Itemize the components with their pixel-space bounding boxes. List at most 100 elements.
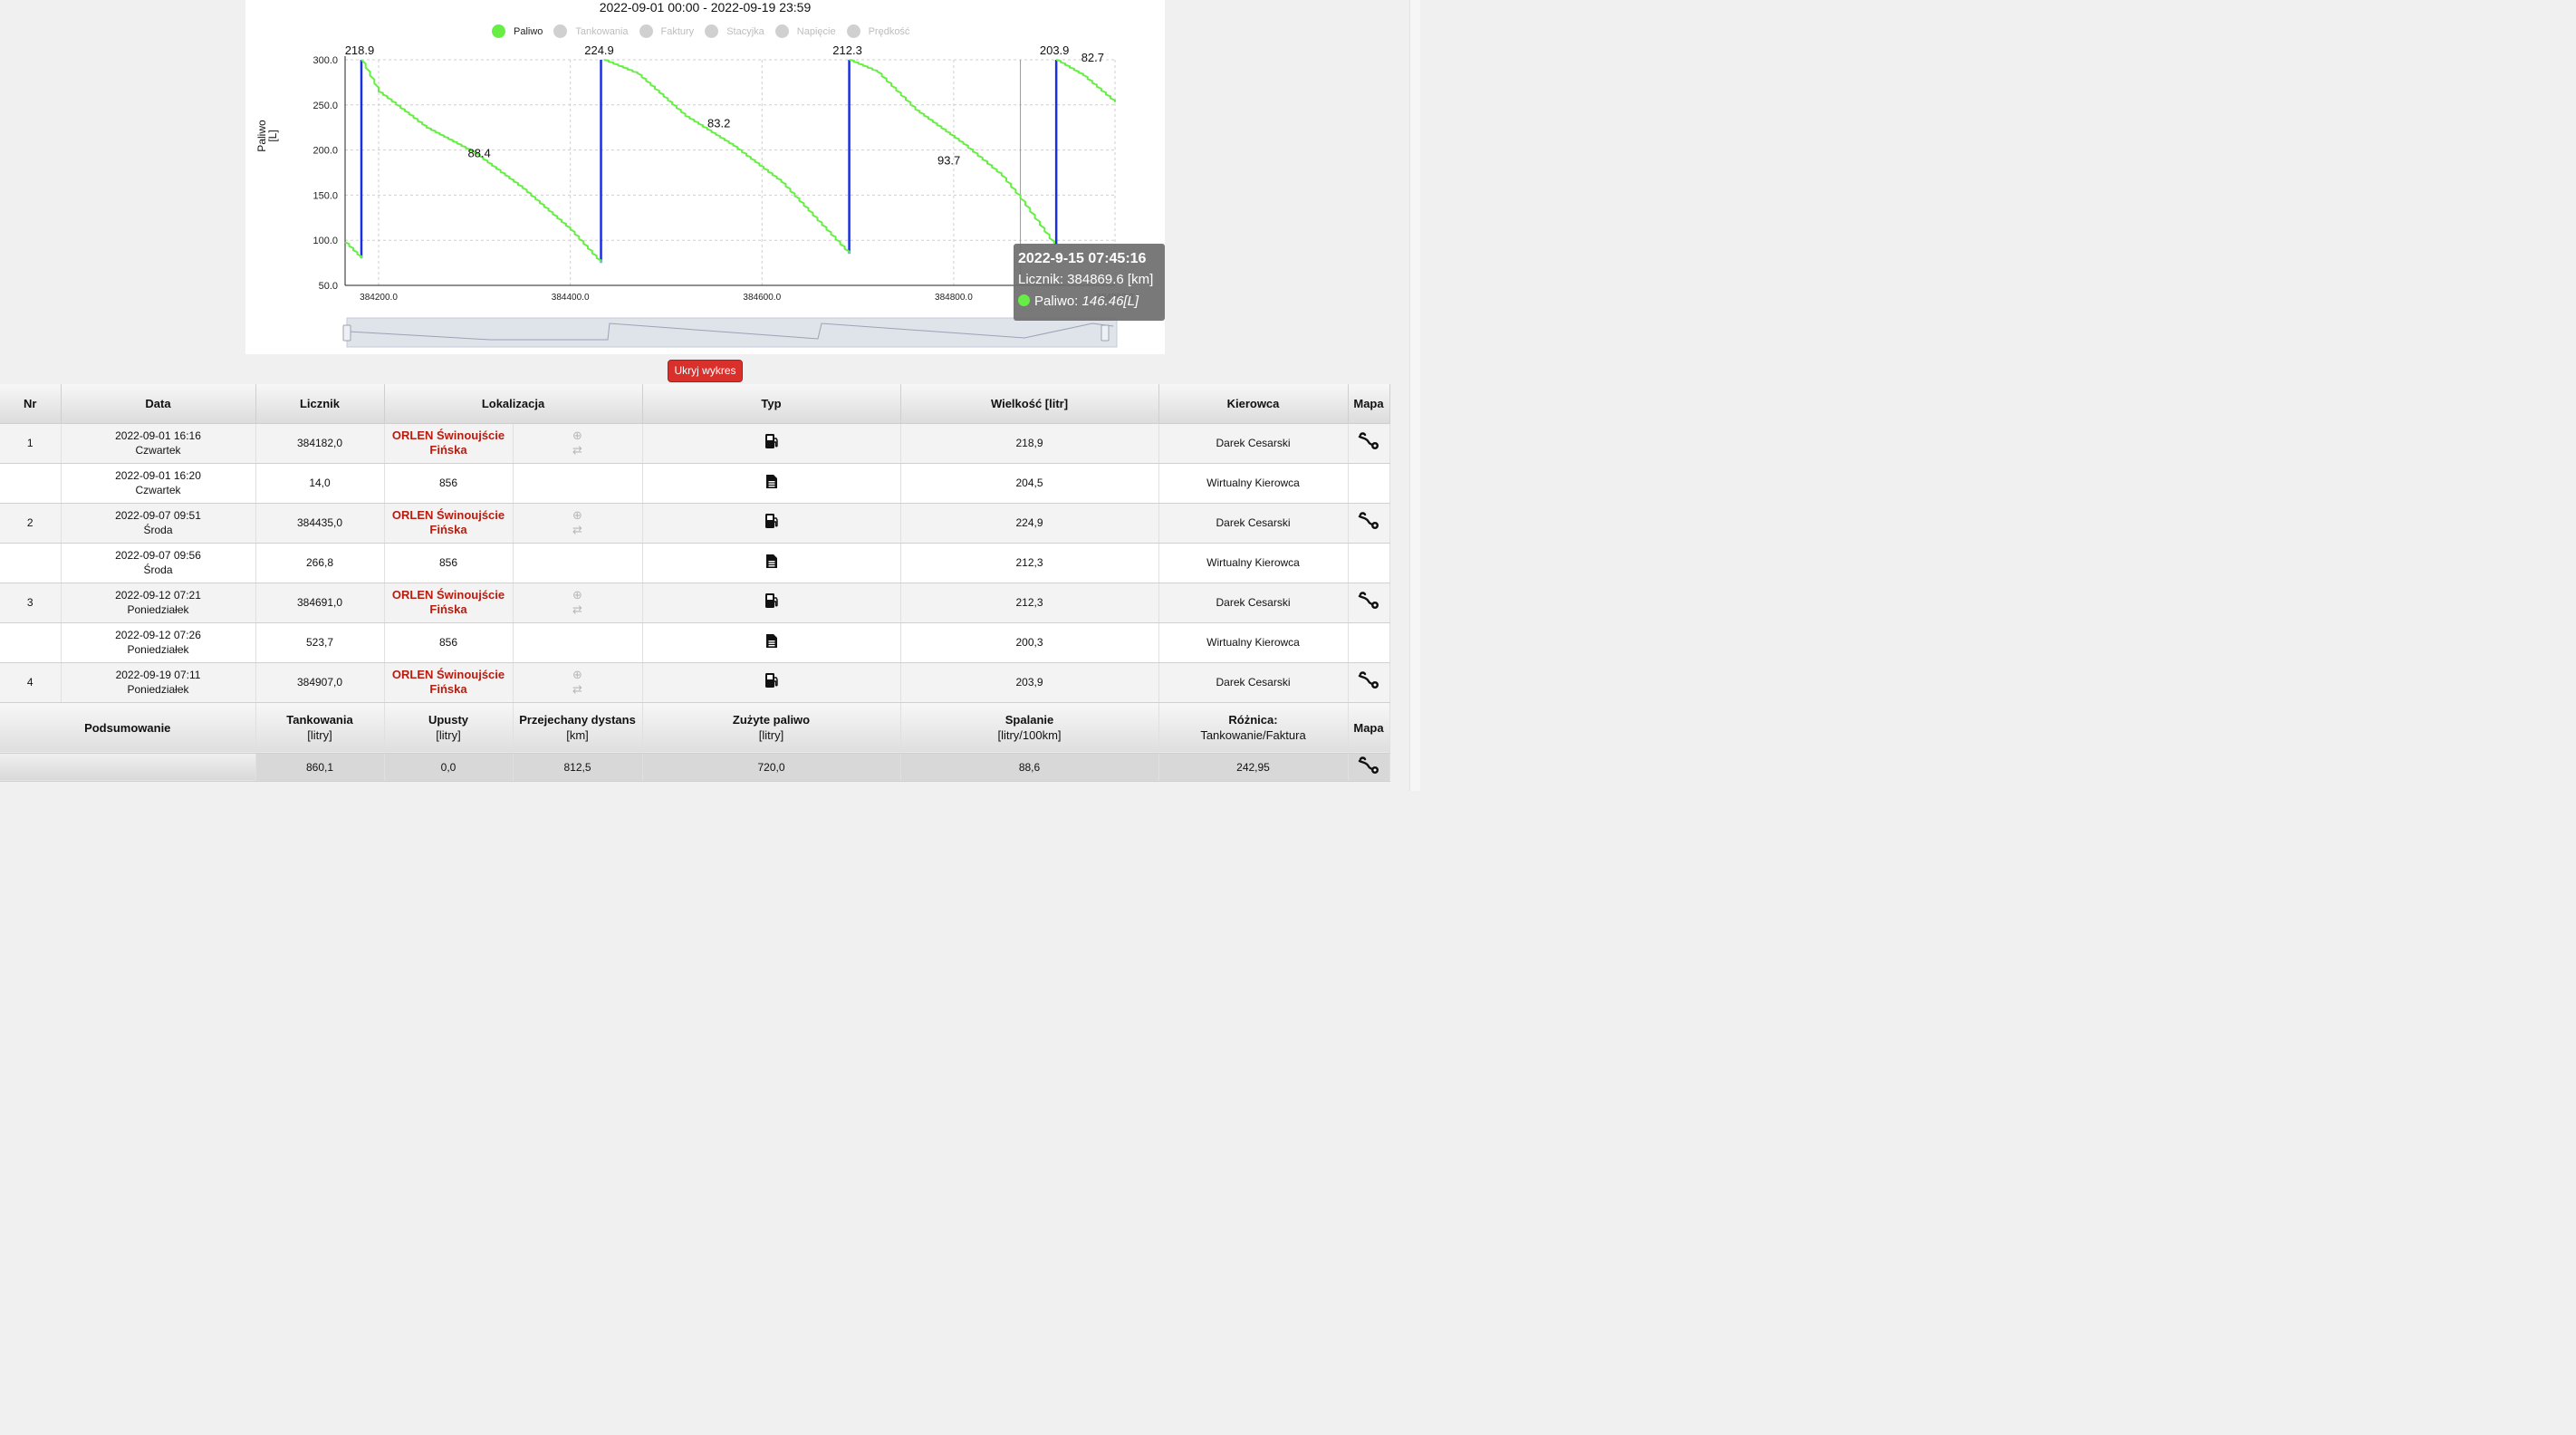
x-tick-label: 384400.0 — [552, 293, 590, 303]
consumption-label: 83.2 — [707, 117, 730, 130]
summary-zuzyte-value: 720,0 — [642, 753, 901, 782]
invoice-document-icon — [765, 554, 778, 573]
fuel-series-line — [603, 59, 851, 255]
y-tick-label: 200.0 — [312, 146, 338, 157]
cell-location-tools — [513, 543, 643, 583]
cell-location-tools: ⊕ ⇄ — [513, 583, 643, 623]
cell-date: 2022-09-12 07:26 Poniedziałek — [61, 622, 256, 663]
cell-kierowca: Darek Cesarski — [1158, 583, 1349, 623]
cell-location-tools — [513, 463, 643, 504]
cell-wielkosc: 212,3 — [900, 543, 1159, 583]
cell-nr — [0, 543, 62, 583]
col-typ[interactable]: Typ — [642, 384, 901, 424]
col-lokalizacja[interactable]: Lokalizacja — [384, 384, 643, 424]
cell-wielkosc: 218,9 — [900, 423, 1159, 464]
cell-wielkosc: 204,5 — [900, 463, 1159, 504]
invoice-document-icon — [765, 474, 778, 493]
summary-header-row: Podsumowanie Tankowania [litry] Upusty [li… — [0, 702, 1390, 754]
summary-tankowania-value: 860,1 — [255, 753, 385, 782]
tooltip-licznik: Licznik: 384869.6 [km] — [1018, 272, 1154, 287]
summary-values-row: 860,1 0,0 812,5 720,0 88,6 242,95 — [0, 753, 1390, 782]
cell-date: 2022-09-01 16:16 Czwartek — [61, 423, 256, 464]
tooltip-paliwo: Paliwo: 146.46[L] — [1018, 291, 1160, 313]
x-tick-label: 384600.0 — [743, 293, 781, 303]
cell-map — [1348, 543, 1390, 583]
route-map-icon[interactable] — [1358, 671, 1379, 693]
hide-chart-button[interactable]: Ukryj wykres — [668, 360, 743, 382]
fuel-series-line — [1055, 59, 1116, 102]
table-row[interactable]: 2022-09-07 09:56 Środa 266,8 856 212,3 Wirtua… — [0, 543, 1390, 583]
route-map-icon[interactable] — [1358, 592, 1379, 613]
cell-location[interactable]: ORLEN Świnoujście Fińska — [384, 423, 514, 464]
cell-location[interactable]: ORLEN Świnoujście Fińska — [384, 662, 514, 703]
col-kierowca[interactable]: Kierowca — [1158, 384, 1349, 424]
cell-nr — [0, 622, 62, 663]
col-data[interactable]: Data — [61, 384, 256, 424]
table-row[interactable]: 3 2022-09-12 07:21 Poniedziałek 384691,0 ORL… — [0, 583, 1390, 623]
cell-location[interactable]: ORLEN Świnoujście Fińska — [384, 503, 514, 544]
crosshair-icon[interactable]: ⊕ — [572, 429, 582, 442]
swap-icon[interactable]: ⇄ — [572, 602, 582, 616]
col-nr[interactable]: Nr — [0, 384, 62, 424]
cell-typ — [642, 463, 901, 504]
consumption-label: 82.7 — [1081, 51, 1104, 64]
x-tick-label: 384200.0 — [360, 293, 398, 303]
fuel-series-line — [344, 241, 362, 259]
cell-typ — [642, 662, 901, 703]
table-row[interactable]: 2022-09-12 07:26 Poniedziałek 523,7 856 200,… — [0, 622, 1390, 663]
cell-wielkosc: 200,3 — [900, 622, 1159, 663]
summary-roznica-value: 242,95 — [1158, 753, 1349, 782]
col-licznik[interactable]: Licznik — [255, 384, 385, 424]
route-map-icon[interactable] — [1358, 512, 1379, 534]
cell-location[interactable]: ORLEN Świnoujście Fińska — [384, 583, 514, 623]
swap-icon[interactable]: ⇄ — [572, 523, 582, 536]
cell-date: 2022-09-12 07:21 Poniedziałek — [61, 583, 256, 623]
refuel-label: 212.3 — [832, 43, 862, 57]
cell-licznik: 384435,0 — [255, 503, 385, 544]
col-wielkosc[interactable]: Wielkość [litr] — [900, 384, 1159, 424]
cell-licznik: 384691,0 — [255, 583, 385, 623]
consumption-label: 93.7 — [937, 154, 960, 168]
table-row[interactable]: 2022-09-01 16:20 Czwartek 14,0 856 204,5 Wirt… — [0, 463, 1390, 504]
crosshair-icon[interactable]: ⊕ — [572, 668, 582, 681]
page-scrollbar[interactable] — [1409, 0, 1420, 791]
refuel-table: Nr Data Licznik Lokalizacja Typ Wielkość… — [0, 384, 1390, 782]
table-row[interactable]: 1 2022-09-01 16:16 Czwartek 384182,0 ORLEN Ś… — [0, 423, 1390, 464]
cell-location: 856 — [384, 463, 514, 504]
summary-spalanie-head: Spalanie [litry/100km] — [900, 702, 1159, 754]
y-tick-label: 300.0 — [312, 55, 338, 66]
table-row[interactable]: 4 2022-09-19 07:11 Poniedziałek 384907,0 ORL… — [0, 662, 1390, 703]
col-mapa[interactable]: Mapa — [1348, 384, 1390, 424]
refuel-label: 224.9 — [584, 43, 614, 57]
cell-kierowca: Darek Cesarski — [1158, 423, 1349, 464]
cell-location-tools — [513, 622, 643, 663]
cell-nr: 4 — [0, 662, 62, 703]
route-map-icon[interactable] — [1358, 432, 1379, 454]
cell-typ — [642, 503, 901, 544]
consumption-label: 88.4 — [467, 147, 490, 160]
summary-label: Podsumowanie — [0, 702, 256, 754]
cell-map — [1348, 583, 1390, 623]
swap-icon[interactable]: ⇄ — [572, 682, 582, 696]
cell-date: 2022-09-01 16:20 Czwartek — [61, 463, 256, 504]
cell-wielkosc: 224,9 — [900, 503, 1159, 544]
cell-licznik: 384907,0 — [255, 662, 385, 703]
navigator-left-handle[interactable] — [342, 324, 351, 342]
cell-nr: 3 — [0, 583, 62, 623]
crosshair-icon[interactable]: ⊕ — [572, 508, 582, 522]
tooltip-paliwo-label: Paliwo: — [1034, 294, 1082, 309]
summary-tankowania-head: Tankowania [litry] — [255, 702, 385, 754]
summary-upusty-head: Upusty [litry] — [384, 702, 514, 754]
invoice-document-icon — [765, 633, 778, 652]
cell-map — [1348, 622, 1390, 663]
crosshair-icon[interactable]: ⊕ — [572, 588, 582, 602]
table-row[interactable]: 2 2022-09-07 09:51 Środa 384435,0 ORLEN Świn… — [0, 503, 1390, 544]
cell-location: 856 — [384, 622, 514, 663]
route-map-icon[interactable] — [1358, 756, 1379, 775]
cell-date: 2022-09-07 09:56 Środa — [61, 543, 256, 583]
swap-icon[interactable]: ⇄ — [572, 443, 582, 457]
cell-kierowca: Wirtualny Kierowca — [1158, 622, 1349, 663]
summary-zuzyte-head: Zużyte paliwo [litry] — [642, 702, 901, 754]
navigator-right-handle[interactable] — [1101, 324, 1110, 342]
fuel-pump-icon — [764, 592, 779, 612]
